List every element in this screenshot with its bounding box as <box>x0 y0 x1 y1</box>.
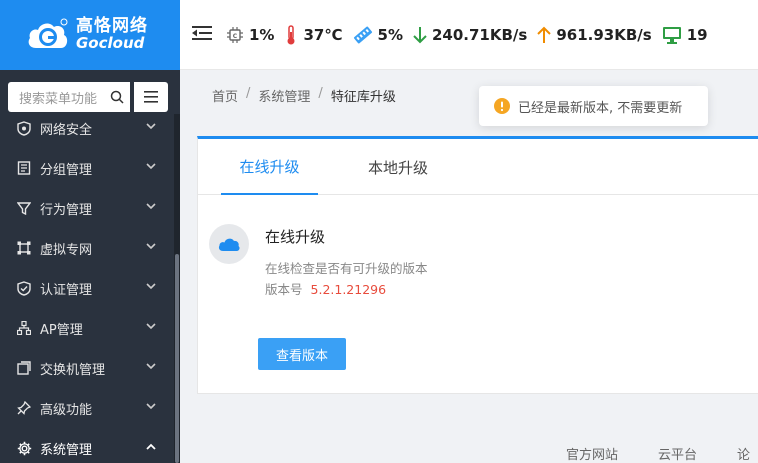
gear-icon <box>16 440 32 456</box>
sidebar-item-vpn[interactable]: 虚拟专网 <box>0 228 174 268</box>
device-count: 19 <box>662 26 708 44</box>
chevron-down-icon <box>146 323 156 330</box>
chevron-down-icon <box>146 403 156 410</box>
warning-icon <box>494 98 510 114</box>
view-version-button[interactable]: 查看版本 <box>258 338 346 370</box>
update-title: 在线升级 <box>265 228 326 246</box>
cpu-usage: C 1% <box>226 26 274 44</box>
sidebar-item-advanced-features[interactable]: 高级功能 <box>0 388 174 428</box>
sidebar-item-system-management[interactable]: 系统管理 <box>0 428 174 463</box>
monitor-icon <box>662 26 681 44</box>
temperature: 37℃ <box>284 24 343 45</box>
cloud-icon <box>218 238 240 251</box>
footer-link-cloud-platform[interactable]: 云平台 <box>658 444 697 463</box>
cpu-icon: C <box>227 26 243 43</box>
gocloud-logo-icon <box>26 18 70 52</box>
sidebar: 搜索菜单功能 网络安全 分组管理 行为管理 虚拟专网 认证管理 AP管理 交换机… <box>0 70 180 463</box>
version-number: 5.2.1.21296 <box>310 282 387 297</box>
vpn-icon <box>16 240 32 256</box>
breadcrumb-system[interactable]: 系统管理 <box>258 86 310 105</box>
memory-usage: 5% <box>353 25 403 45</box>
logo: 高恪网络 Gocloud <box>0 0 180 70</box>
download-speed: 240.71KB/s <box>413 26 527 44</box>
shield-icon <box>16 120 32 136</box>
sidebar-scroll-thumb[interactable] <box>175 254 179 463</box>
tab-online-upgrade[interactable]: 在线升级 <box>221 139 318 195</box>
thermometer-icon <box>287 24 295 44</box>
upload-speed: 961.93KB/s <box>537 26 652 44</box>
chevron-down-icon <box>146 283 156 290</box>
arrow-up-icon <box>537 26 552 43</box>
menu-collapse-icon[interactable] <box>192 25 212 45</box>
sidebar-item-switch-management[interactable]: 交换机管理 <box>0 348 174 388</box>
network-icon <box>16 320 32 336</box>
tab-local-upgrade[interactable]: 本地升级 <box>350 139 446 195</box>
search-icon[interactable] <box>110 90 124 104</box>
toast-message: 已经是最新版本, 不需要更新 <box>479 86 708 126</box>
sidebar-item-behavior-management[interactable]: 行为管理 <box>0 188 174 228</box>
chevron-down-icon <box>146 203 156 210</box>
check-shield-icon <box>16 280 32 296</box>
group-icon <box>16 160 32 176</box>
sidebar-scrollbar[interactable] <box>174 114 180 463</box>
chevron-up-icon <box>146 443 156 450</box>
chevron-down-icon <box>146 123 156 130</box>
chevron-down-icon <box>146 243 156 250</box>
version-label: 版本号 <box>265 282 303 297</box>
filter-icon <box>16 200 32 216</box>
memory-icon <box>353 26 372 43</box>
sidebar-nav: 网络安全 分组管理 行为管理 虚拟专网 认证管理 AP管理 交换机管理 高级功能… <box>0 108 174 463</box>
sidebar-item-network-security[interactable]: 网络安全 <box>0 108 174 148</box>
pin-icon <box>16 400 32 416</box>
upgrade-card: 在线升级 本地升级 在线升级 在线检查是否有可升级的版本 版本号 5.2.1.21… <box>197 136 758 394</box>
svg-text:C: C <box>233 33 238 40</box>
footer-link-official-site[interactable]: 官方网站 <box>566 444 618 463</box>
switch-icon <box>16 360 32 376</box>
footer-links: 官方网站 云平台 论 <box>566 444 758 463</box>
update-description: 在线检查是否有可升级的版本 <box>265 261 428 276</box>
footer-link-forum[interactable]: 论 <box>737 444 750 463</box>
breadcrumb-current: 特征库升级 <box>330 90 396 105</box>
logo-en: Gocloud <box>76 34 145 53</box>
upgrade-tabs: 在线升级 本地升级 <box>198 139 758 195</box>
chevron-down-icon <box>146 363 156 370</box>
chevron-down-icon <box>146 163 156 170</box>
hamburger-icon <box>144 91 158 103</box>
arrow-down-icon <box>413 26 427 43</box>
top-header: C 1% 37℃ 5% 240.71KB/s 961.93KB/s 19 <box>180 0 758 70</box>
breadcrumb: 首页 / 系统管理 / 特征库升级 <box>212 86 396 105</box>
breadcrumb-home[interactable]: 首页 <box>212 86 238 105</box>
sidebar-item-ap-management[interactable]: AP管理 <box>0 308 174 348</box>
cloud-avatar <box>209 224 249 264</box>
sidebar-item-auth-management[interactable]: 认证管理 <box>0 268 174 308</box>
version-row: 版本号 5.2.1.21296 <box>265 279 386 298</box>
sidebar-item-group-management[interactable]: 分组管理 <box>0 148 174 188</box>
